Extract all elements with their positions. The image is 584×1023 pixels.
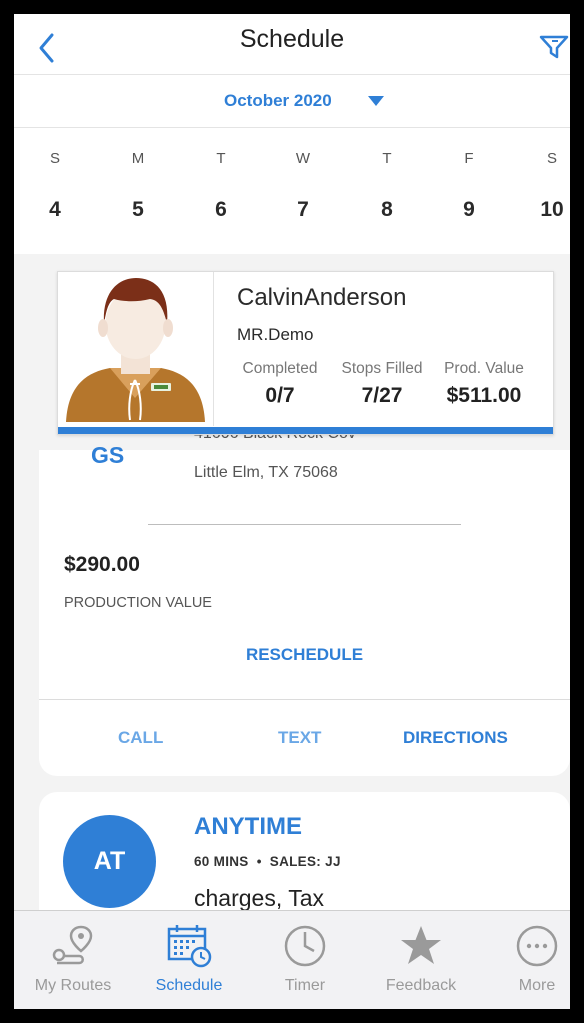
tab-label: My Routes [34, 977, 112, 994]
stat-completed: Completed 0/7 [237, 360, 323, 408]
call-button[interactable]: CALL [118, 728, 163, 748]
clock-icon [284, 925, 326, 967]
day-of-week: W [295, 150, 311, 167]
text-button[interactable]: TEXT [278, 728, 321, 748]
day-number[interactable]: 5 [108, 198, 168, 222]
tab-label: Timer [284, 977, 326, 994]
stat-production-value: Prod. Value $511.00 [439, 360, 529, 408]
day-number[interactable]: 6 [191, 198, 251, 222]
separator-bullet: • [256, 854, 262, 869]
person-avatar-icon [66, 278, 205, 422]
tab-schedule[interactable]: Schedule [133, 911, 245, 1009]
technician-name: CalvinAnderson [237, 284, 407, 311]
stat-value: 7/27 [361, 384, 403, 407]
divider [148, 524, 461, 525]
directions-button[interactable]: DIRECTIONS [403, 728, 508, 748]
sales-rep: SALES: JJ [269, 854, 341, 869]
tab-feedback[interactable]: Feedback [365, 911, 477, 1009]
week-strip: S 4 M 5 T 6 W 7 T 8 F 9 S 10 [14, 128, 570, 254]
appointment-description: charges, Tax [194, 885, 324, 911]
day-of-week: S [49, 150, 60, 167]
appointment-card[interactable]: GS 41606 Black Rock Cov Little Elm, TX 7… [39, 434, 570, 776]
duration: 60 MINS [194, 854, 249, 869]
month-label[interactable]: October 2020 [224, 91, 332, 111]
month-selector[interactable]: October 2020 [14, 75, 570, 128]
day-of-week: T [382, 150, 392, 167]
filter-button[interactable] [538, 24, 570, 60]
production-value-label: PRODUCTION VALUE [64, 595, 212, 611]
reschedule-button[interactable]: RESCHEDULE [39, 645, 570, 665]
production-value: $290.00 [64, 553, 140, 576]
app-header: Schedule [14, 14, 570, 75]
day-number[interactable]: 8 [357, 198, 417, 222]
page-title: Schedule [239, 25, 345, 53]
stat-label: Stops Filled [341, 360, 423, 377]
day-number[interactable]: 4 [25, 198, 85, 222]
star-icon [401, 926, 441, 964]
technician-profile-card: CalvinAnderson MR.Demo Completed 0/7 Sto… [57, 271, 554, 435]
customer-initials-badge: AT [63, 815, 156, 908]
tab-my-routes[interactable]: My Routes [17, 911, 129, 1009]
tab-label: More [518, 977, 556, 994]
more-icon [516, 925, 558, 967]
tab-timer[interactable]: Timer [249, 911, 361, 1009]
stat-stops-filled: Stops Filled 7/27 [335, 360, 429, 408]
customer-initials: GS [91, 442, 125, 468]
stat-label: Completed [242, 360, 318, 377]
address-line-2: Little Elm, TX 75068 [194, 464, 338, 481]
day-of-week: T [216, 150, 226, 167]
phone-screen: Schedule October 2020 S 4 M 5 T 6 W 7 T … [14, 14, 570, 1009]
company-name: MR.Demo [237, 325, 314, 344]
day-number[interactable]: 7 [273, 198, 333, 222]
day-number[interactable]: 10 [522, 198, 570, 222]
day-of-week: S [546, 150, 557, 167]
bottom-tab-bar: My Routes Schedule Timer Feedback More [14, 910, 570, 1009]
appointment-window: ANYTIME [194, 813, 302, 840]
tab-label: Feedback [385, 977, 457, 994]
accent-bar [58, 427, 553, 434]
address-line-1: 41606 Black Rock Cov [194, 434, 356, 448]
day-of-week: F [464, 150, 474, 167]
tab-more[interactable]: More [481, 911, 570, 1009]
calendar-icon [167, 925, 212, 968]
day-of-week: M [131, 150, 145, 167]
caret-down-icon[interactable] [368, 95, 384, 107]
tab-label: Schedule [155, 977, 223, 994]
stat-value: 0/7 [265, 384, 295, 407]
stat-label: Prod. Value [444, 360, 524, 377]
stat-value: $511.00 [446, 384, 522, 407]
avatar [58, 272, 214, 426]
filter-icon [539, 35, 569, 59]
divider [39, 699, 570, 700]
route-icon [52, 925, 93, 965]
day-number[interactable]: 9 [439, 198, 499, 222]
appointment-meta: 60 MINS • SALES: JJ [194, 854, 341, 869]
